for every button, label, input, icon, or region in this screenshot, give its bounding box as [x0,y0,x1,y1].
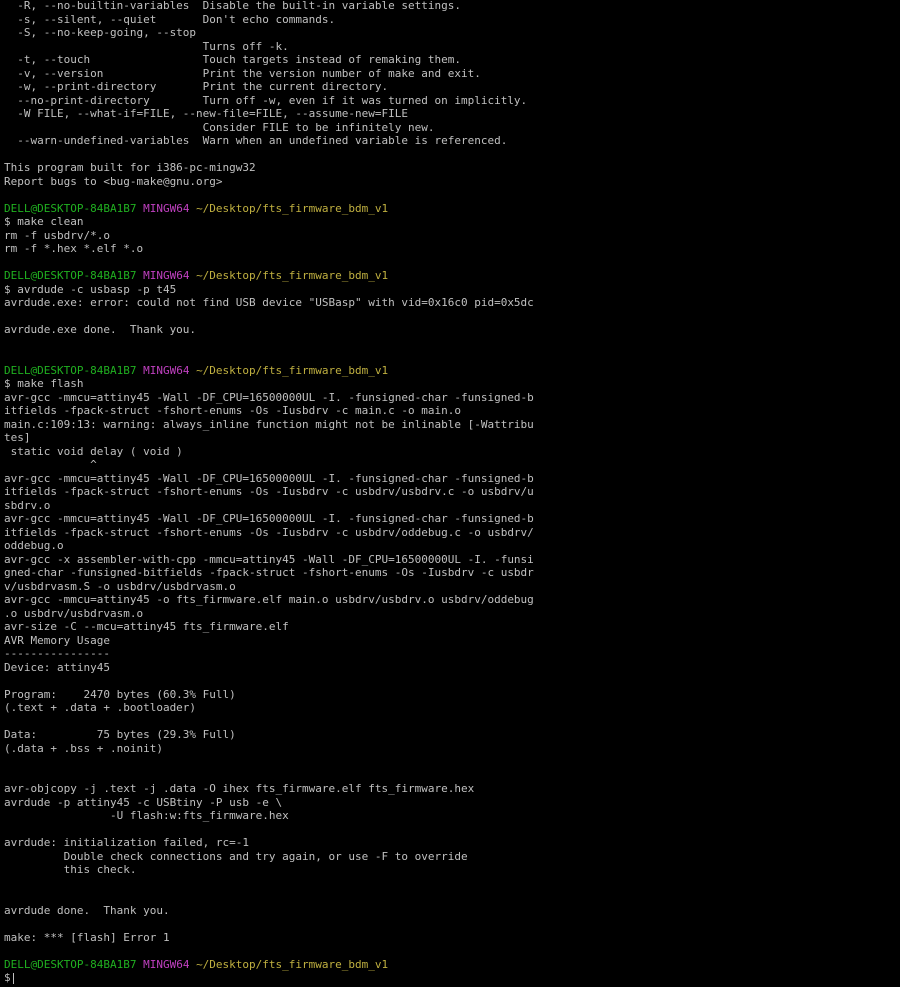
output-line: -v, --version Print the version number o… [4,66,481,80]
prompt-host: MINGW64 [143,363,190,377]
output-line: tes] [4,431,31,444]
output-line: oddebug.o [4,539,64,552]
prompt-user: DELL@DESKTOP-84BA1B7 [4,957,137,971]
output-line: avr-gcc -mmcu=attiny45 -Wall -DF_CPU=165… [4,471,534,485]
output-line: make: *** [flash] Error 1 [4,930,170,944]
output-line: AVR Memory Usage [4,633,110,647]
output-line: rm -f *.hex *.elf *.o [4,242,144,255]
output-line: gned-char -funsigned-bitfields -fpack-st… [4,566,534,579]
output-line: $ make flash [4,377,84,390]
output-line: avrdude.exe: error: could not find USB d… [4,296,534,309]
output-line: avrdude: initialization failed, rc=-1 [4,836,250,849]
text-cursor [12,972,14,984]
output-line: avr-gcc -mmcu=attiny45 -Wall -DF_CPU=165… [4,390,534,404]
prompt-line: DELL@DESKTOP-84BA1B7 MINGW64 ~/Desktop/f… [4,269,388,282]
prompt-host: MINGW64 [143,201,190,215]
output-line: Device: attiny45 [4,660,110,674]
output-line: avrdude.exe done. Thank you. [4,323,197,336]
prompt-user: DELL@DESKTOP-84BA1B7 [4,363,137,377]
output-line: rm -f usbdrv/*.o [4,228,110,242]
output-line: v/usbdrvasm.S -o usbdrv/usbdrvasm.o [4,579,236,593]
output-line: -s, --silent, --quiet Don't echo command… [4,12,336,26]
output-line: itfields -fpack-struct -fshort-enums -Os… [4,525,534,539]
prompt-line: DELL@DESKTOP-84BA1B7 MINGW64 ~/Desktop/f… [4,958,388,971]
output-line: avrdude -p attiny45 -c USBtiny -P usb -e… [4,795,283,809]
output-line: Data: 75 bytes (29.3% Full) [4,728,236,741]
output-line: --warn-undefined-variables Warn when an … [4,134,508,147]
output-line: avr-objcopy -j .text -j .data -O ihex ft… [4,782,475,795]
output-line: itfields -fpack-struct -fshort-enums -Os… [4,404,461,417]
prompt-line: DELL@DESKTOP-84BA1B7 MINGW64 ~/Desktop/f… [4,202,388,215]
output-line: -t, --touch Touch targets instead of rem… [4,53,461,66]
output-line: .o usbdrv/usbdrvasm.o [4,606,144,620]
prompt-host: MINGW64 [143,269,190,282]
prompt-path: ~/Desktop/fts_firmware_bdm_v1 [196,957,389,971]
prompt-host: MINGW64 [143,957,190,971]
input-prompt-symbol: $ [4,971,11,984]
output-line: static void delay ( void ) [4,444,183,458]
output-line: itfields -fpack-struct -fshort-enums -Os… [4,485,534,498]
terminal-window[interactable]: -R, --no-builtin-variables Disable the b… [0,0,900,987]
prompt-line: DELL@DESKTOP-84BA1B7 MINGW64 ~/Desktop/f… [4,364,388,377]
output-line: Program: 2470 bytes (60.3% Full) [4,687,236,701]
prompt-path: ~/Desktop/fts_firmware_bdm_v1 [196,201,389,215]
output-line: -w, --print-directory Print the current … [4,80,389,93]
output-line: ---------------- [4,647,110,660]
prompt-path: ~/Desktop/fts_firmware_bdm_v1 [196,363,389,377]
output-line: -S, --no-keep-going, --stop [4,26,197,39]
output-line: This program built for i386-pc-mingw32 [4,161,256,174]
prompt-user: DELL@DESKTOP-84BA1B7 [4,201,137,215]
output-line: this check. [4,863,137,876]
output-line: sbdrv.o [4,498,51,512]
output-line: Report bugs to <bug-make@gnu.org> [4,174,223,188]
output-line: -R, --no-builtin-variables Disable the b… [4,0,461,12]
output-line: avrdude done. Thank you. [4,903,170,917]
prompt-path: ~/Desktop/fts_firmware_bdm_v1 [196,269,389,282]
output-line: ^ [4,458,97,471]
output-line: avr-size -C --mcu=attiny45 fts_firmware.… [4,620,289,633]
command-input-line[interactable]: $ [4,971,14,984]
output-line: avr-gcc -x assembler-with-cpp -mmcu=atti… [4,552,534,566]
output-line: main.c:109:13: warning: always_inline fu… [4,417,534,431]
output-line: avr-gcc -mmcu=attiny45 -Wall -DF_CPU=165… [4,512,534,525]
output-line: Consider FILE to be infinitely new. [4,120,435,134]
output-line: --no-print-directory Turn off -w, even i… [4,93,528,107]
output-line: (.text + .data + .bootloader) [4,701,197,714]
output-line: $ make clean [4,215,84,228]
output-line: avr-gcc -mmcu=attiny45 -o fts_firmware.e… [4,593,534,606]
prompt-user: DELL@DESKTOP-84BA1B7 [4,269,137,282]
output-line: Turns off -k. [4,39,289,53]
output-line: -W FILE, --what-if=FILE, --new-file=FILE… [4,107,408,120]
output-line: (.data + .bss + .noinit) [4,741,163,755]
output-line: -U flash:w:fts_firmware.hex [4,809,289,822]
output-line: Double check connections and try again, … [4,849,468,863]
output-line: $ avrdude -c usbasp -p t45 [4,282,177,296]
